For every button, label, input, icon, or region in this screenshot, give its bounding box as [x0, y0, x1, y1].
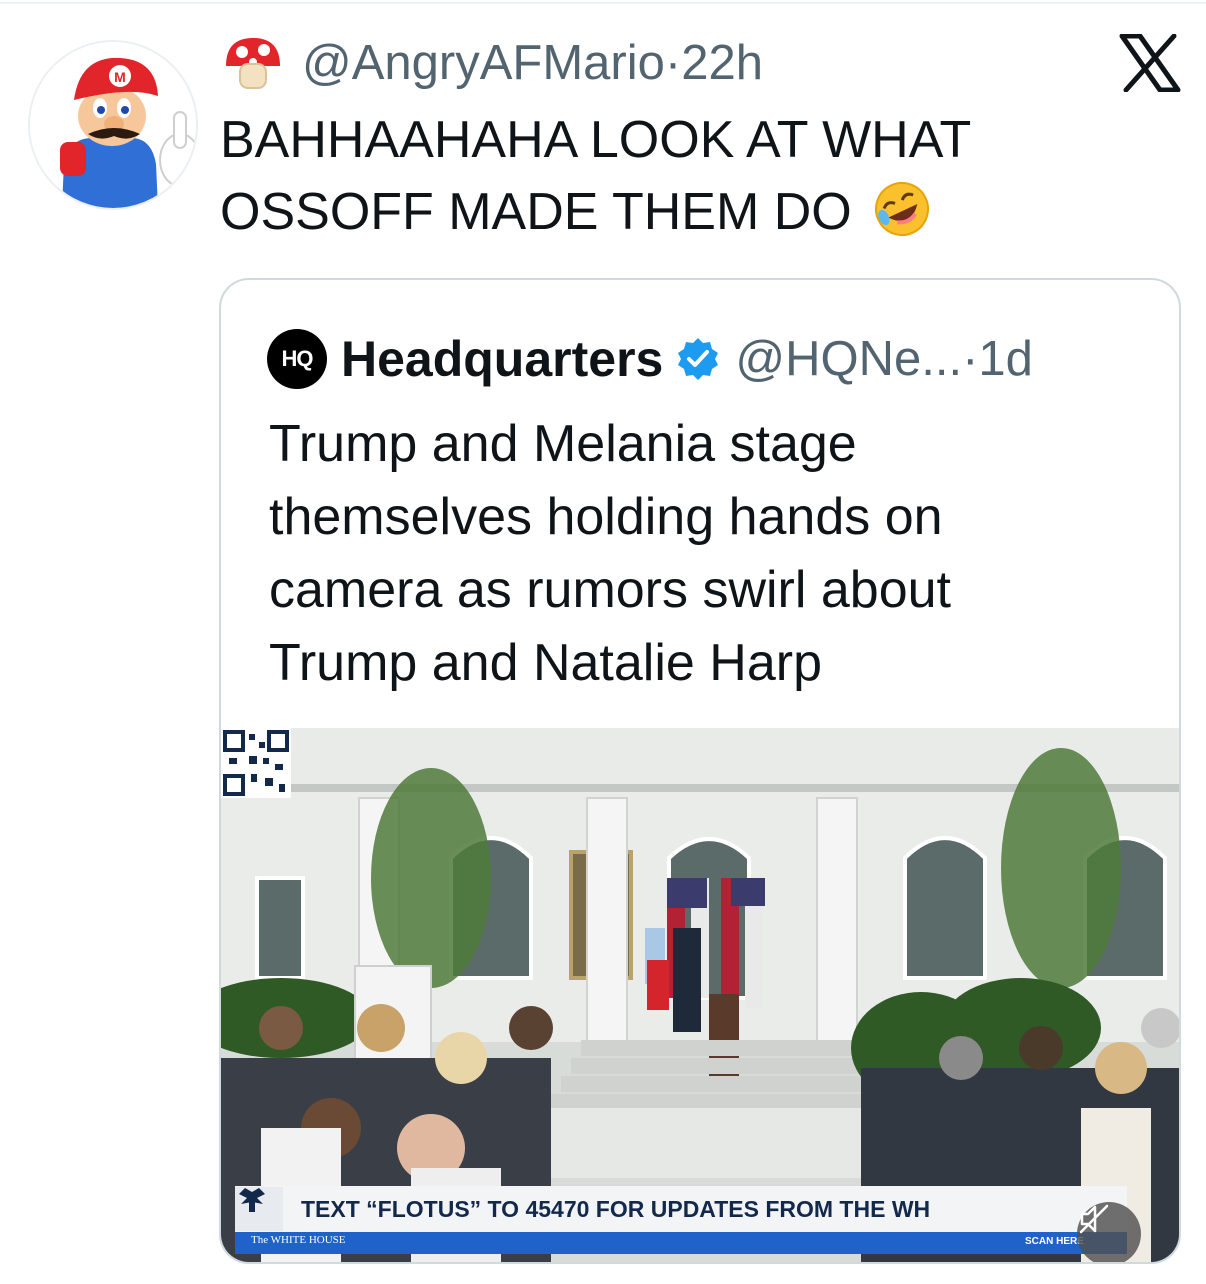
x-logo-icon[interactable]: [1118, 34, 1182, 92]
quoted-tweet-header: HQ Headquarters @HQNe...·1d: [267, 326, 1033, 392]
qr-code-icon: [221, 728, 291, 798]
mute-button[interactable]: [1077, 1202, 1141, 1262]
mario-avatar-icon: M: [30, 42, 196, 208]
video-ticker: TEXT “FLOTUS” TO 45470 FOR UPDATES FROM …: [235, 1186, 1127, 1232]
svg-text:M: M: [114, 69, 126, 85]
tweet-text: BAHHAAHAHA LOOK AT WHAT OSSOFF MADE THEM…: [220, 104, 1120, 248]
top-divider: [0, 2, 1206, 4]
quoted-tweet-text: Trump and Melania stage themselves holdi…: [269, 415, 951, 692]
verified-badge-icon: [678, 338, 719, 380]
tweet-text-body: BAHHAAHAHA LOOK AT WHAT OSSOFF MADE THEM…: [220, 111, 972, 241]
scan-label: SCAN HERE: [1025, 1236, 1084, 1247]
video-frame: [221, 728, 1179, 1262]
quoted-video[interactable]: TEXT “FLOTUS” TO 45470 FOR UPDATES FROM …: [221, 728, 1179, 1262]
tweet-header: @AngryAFMario·22h: [222, 30, 763, 96]
mute-icon: [1079, 1204, 1109, 1234]
quoted-tweet-card[interactable]: HQ Headquarters @HQNe...·1d Trump and Me…: [219, 278, 1181, 1264]
author-handle-time[interactable]: @AngryAFMario·22h: [302, 35, 763, 91]
quoted-author-name[interactable]: Headquarters: [341, 330, 663, 388]
quoted-handle-time[interactable]: @HQNe...·1d: [735, 331, 1033, 387]
network-bar: The WHITE HOUSE SCAN HERE: [235, 1232, 1127, 1254]
mushroom-icon: [226, 38, 280, 89]
network-label: The WHITE HOUSE: [251, 1234, 346, 1246]
eagle-seal-icon: [235, 1187, 283, 1231]
rolling-on-floor-laughing-icon: [874, 182, 929, 236]
user-avatar[interactable]: M: [28, 40, 198, 210]
hq-logo-icon: HQ: [267, 329, 327, 389]
ticker-text: TEXT “FLOTUS” TO 45470 FOR UPDATES FROM …: [301, 1195, 931, 1222]
